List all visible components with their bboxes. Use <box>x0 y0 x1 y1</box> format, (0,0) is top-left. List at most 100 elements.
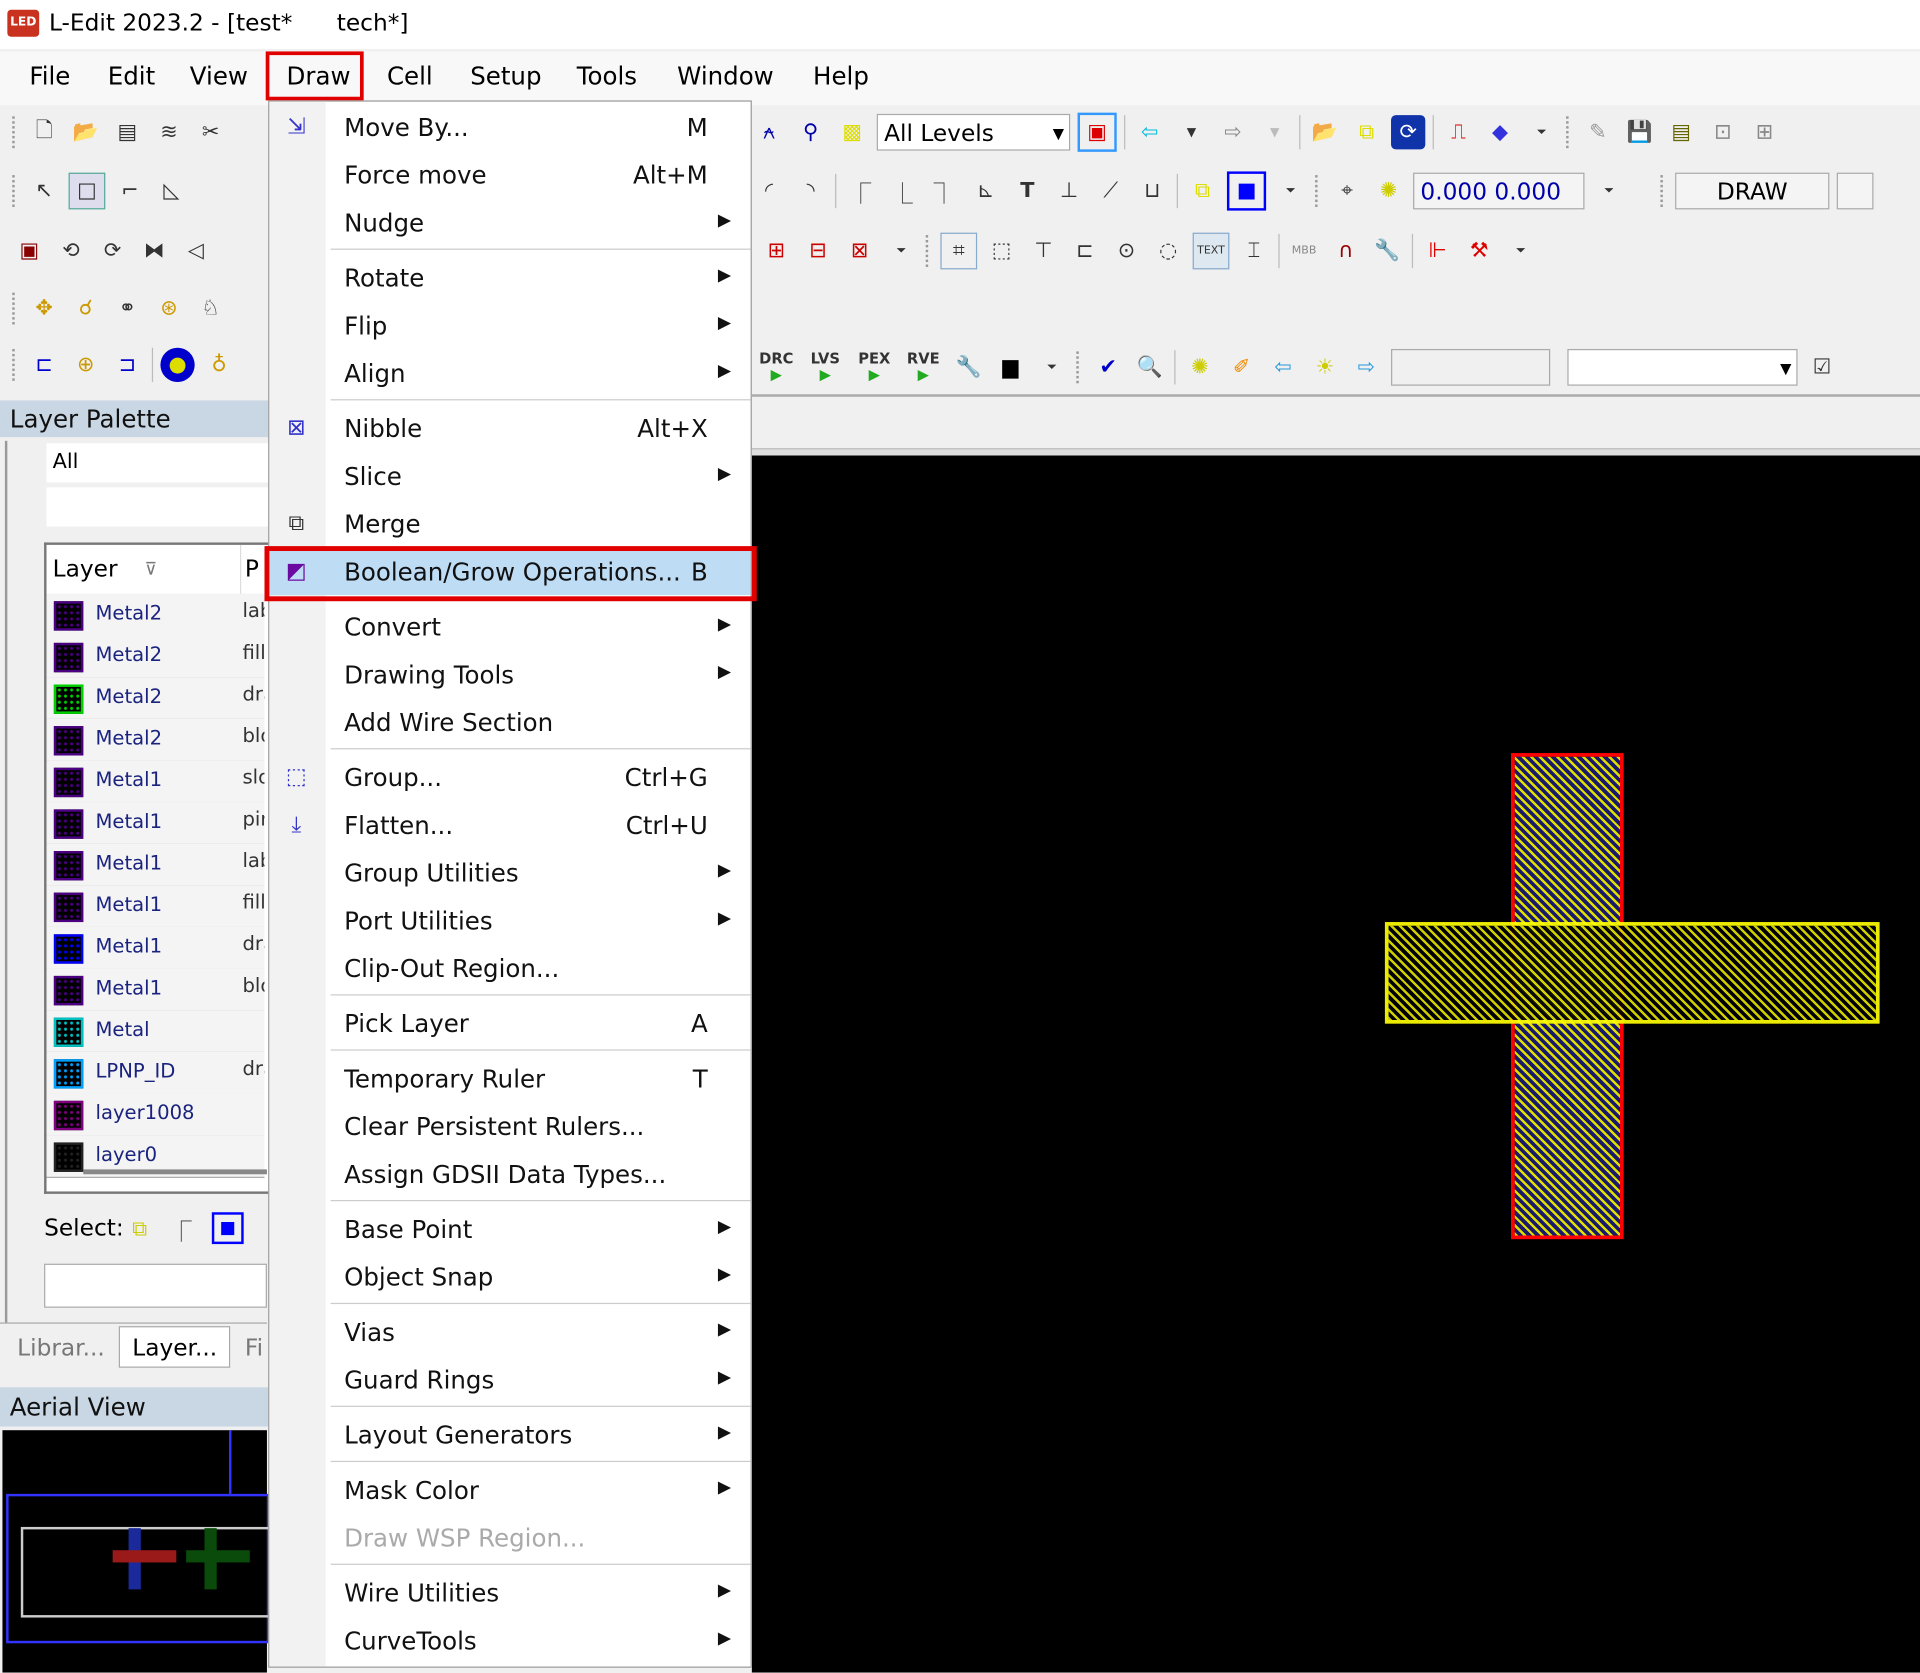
snap-text-icon[interactable]: TEXT <box>1192 232 1230 270</box>
snap-circle-icon[interactable]: ◌ <box>1151 234 1185 268</box>
tab-libraries[interactable]: Librar... <box>17 1335 105 1362</box>
levels-dropdown[interactable]: All Levels ▼ <box>876 113 1071 151</box>
toolbar-grip[interactable] <box>12 116 19 149</box>
menu-item-wire-utilities[interactable]: Wire Utilities ▶ <box>269 1569 750 1617</box>
binoculars-icon[interactable]: ⚭ <box>110 291 144 325</box>
layer-row[interactable]: Metal1 lab <box>46 843 264 887</box>
layer-row[interactable]: Metal2 dra <box>46 677 264 721</box>
menu-item-convert[interactable]: Convert ▶ <box>269 602 750 650</box>
highlight-icon[interactable]: ☀ <box>1308 350 1342 384</box>
select-layer-icon[interactable]: ⧉ <box>1185 174 1219 208</box>
layer-row[interactable]: Metal1 blo <box>46 968 264 1012</box>
menu-item-base-point[interactable]: Base Point ▶ <box>269 1205 750 1253</box>
library-icon[interactable]: ≋ <box>152 115 186 149</box>
toolbar-overflow-icon[interactable]: ⏷ <box>1273 174 1307 208</box>
menu-item-move-by[interactable]: ⇲ Move By... M <box>269 103 750 151</box>
menu-cell[interactable]: Cell <box>387 61 433 90</box>
menu-item-curvetools[interactable]: CurveTools ▶ <box>269 1616 750 1664</box>
toolbar-grip[interactable] <box>12 175 19 207</box>
menu-setup[interactable]: Setup <box>470 61 541 90</box>
menu-item-drawing-tools[interactable]: Drawing Tools ▶ <box>269 650 750 698</box>
layer-row[interactable]: layer1008 <box>46 1093 265 1137</box>
pex-button[interactable]: PEX ▶ <box>853 350 895 384</box>
refresh-icon[interactable]: ⟳ <box>1391 115 1426 150</box>
ruler-angle-icon[interactable]: ⟋ <box>1093 174 1127 208</box>
layer-row[interactable]: Metal1 pir <box>46 802 264 845</box>
back-dropdown-icon[interactable]: ▼ <box>1174 115 1208 149</box>
align-right-icon[interactable]: ⊐ <box>110 348 144 382</box>
wrench-icon[interactable]: 🔧 <box>951 350 985 384</box>
menu-item-clip-out-region[interactable]: Clip-Out Region... <box>269 944 750 992</box>
polygon-45-icon[interactable]: ◺ <box>154 174 188 208</box>
menu-item-slice[interactable]: Slice ▶ <box>269 452 750 500</box>
new-file-icon[interactable]: 🗋 <box>27 115 61 149</box>
run-drc-icon[interactable]: ⊩ <box>1420 234 1454 268</box>
flip-vertical-icon[interactable]: ◁ <box>179 234 213 268</box>
toolbar-overflow-icon[interactable]: ⏷ <box>1524 115 1558 149</box>
layer-row[interactable]: Metal1 dra <box>46 926 264 970</box>
menu-item-clear-persistent-rulers[interactable]: Clear Persistent Rulers... <box>269 1102 750 1150</box>
align-left-icon[interactable]: ⊏ <box>27 348 61 382</box>
menu-item-object-snap[interactable]: Object Snap ▶ <box>269 1253 750 1301</box>
copy-cell-icon[interactable]: ⧉ <box>1349 115 1383 149</box>
terminal-icon[interactable]: ▆ <box>993 350 1027 384</box>
add-vertex-icon[interactable]: ⊞ <box>759 234 793 268</box>
toolbar-grip[interactable] <box>12 292 19 325</box>
port-icon[interactable]: ● <box>160 347 195 383</box>
align-center-icon[interactable]: ⊕ <box>69 348 103 382</box>
toolbar-grip[interactable] <box>1315 175 1322 207</box>
save-multiple-icon[interactable]: ▤ <box>1664 115 1698 149</box>
menu-item-merge[interactable]: ⧉ Merge <box>269 500 750 548</box>
drc-setup-icon[interactable]: ⚒ <box>1462 234 1496 268</box>
tab-files[interactable]: Fi <box>245 1335 263 1362</box>
select-layer-icon[interactable]: ⧉ <box>122 1212 156 1246</box>
layer-row[interactable]: Metal <box>46 1010 265 1054</box>
lvs-button[interactable]: LVS ▶ <box>804 350 846 384</box>
menu-file[interactable]: File <box>29 61 70 90</box>
rve-button[interactable]: RVE ▶ <box>902 350 944 384</box>
save-all-icon[interactable]: ▤ <box>110 115 144 149</box>
layer-row[interactable]: Metal1 fill <box>46 885 264 929</box>
layer-search-field[interactable] <box>44 1263 267 1308</box>
layer-row[interactable]: Metal1 slo <box>46 760 264 804</box>
magnifier-icon[interactable]: 🔍 <box>1133 350 1167 384</box>
toolbar-overflow-icon[interactable]: ⏷ <box>1035 350 1069 384</box>
drc-button[interactable]: DRC ▶ <box>756 350 798 384</box>
sort-icon[interactable]: ⊽ <box>144 560 157 580</box>
delete-box-icon[interactable]: ⊠ <box>842 234 876 268</box>
menu-window[interactable]: Window <box>677 61 774 90</box>
text-tool-icon[interactable]: T <box>1010 174 1044 208</box>
horizontal-scrollbar[interactable] <box>83 1169 267 1175</box>
pin-tool-icon[interactable]: ✥ <box>27 291 61 325</box>
duplicate-icon[interactable]: ▣ <box>12 234 46 268</box>
menu-item-rotate[interactable]: Rotate ▶ <box>269 253 750 301</box>
select-port-icon[interactable]: ⎾ <box>164 1212 198 1246</box>
snap-cursor-icon[interactable]: ✺ <box>1371 174 1405 208</box>
menu-item-flatten[interactable]: ⤓ Flatten... Ctrl+U <box>269 801 750 849</box>
polygon-l-icon[interactable]: ⌐ <box>113 174 147 208</box>
menu-item-group-utilities[interactable]: Group Utilities ▶ <box>269 849 750 897</box>
previous-icon[interactable]: ⇦ <box>1266 350 1300 384</box>
menu-tools[interactable]: Tools <box>577 61 637 90</box>
highlight-all-icon[interactable]: ✺ <box>1183 350 1217 384</box>
layer-filter-field-2[interactable] <box>46 487 270 527</box>
search-field[interactable] <box>1391 348 1551 386</box>
port-text-icon[interactable]: ⏋ <box>927 174 961 208</box>
layer-row[interactable]: LPNP_ID dra <box>46 1051 264 1095</box>
snap-mbb-icon[interactable]: MBB <box>1287 234 1321 268</box>
download-all-icon[interactable]: ⊞ <box>1747 115 1781 149</box>
selection-box-icon[interactable]: ■ <box>1226 171 1267 211</box>
next-icon[interactable]: ⇨ <box>1349 350 1383 384</box>
pencil-icon[interactable]: ✎ <box>1581 115 1615 149</box>
menu-edit[interactable]: Edit <box>108 61 155 90</box>
menu-item-port-utilities[interactable]: Port Utilities ▶ <box>269 896 750 944</box>
toolbar-grip[interactable] <box>925 235 933 267</box>
menu-item-nudge[interactable]: Nudge ▶ <box>269 198 750 246</box>
select-box-icon[interactable]: ■ <box>211 1212 244 1245</box>
snap-box-icon[interactable]: ⬚ <box>984 234 1018 268</box>
snap-edge-icon[interactable]: ⊤ <box>1026 234 1060 268</box>
check-highlight-icon[interactable]: ☑ <box>1805 350 1839 384</box>
tab-layers[interactable]: Layer... <box>118 1326 231 1368</box>
column-header-purpose[interactable]: P <box>245 556 259 583</box>
forward-dropdown-icon[interactable]: ▼ <box>1258 115 1292 149</box>
